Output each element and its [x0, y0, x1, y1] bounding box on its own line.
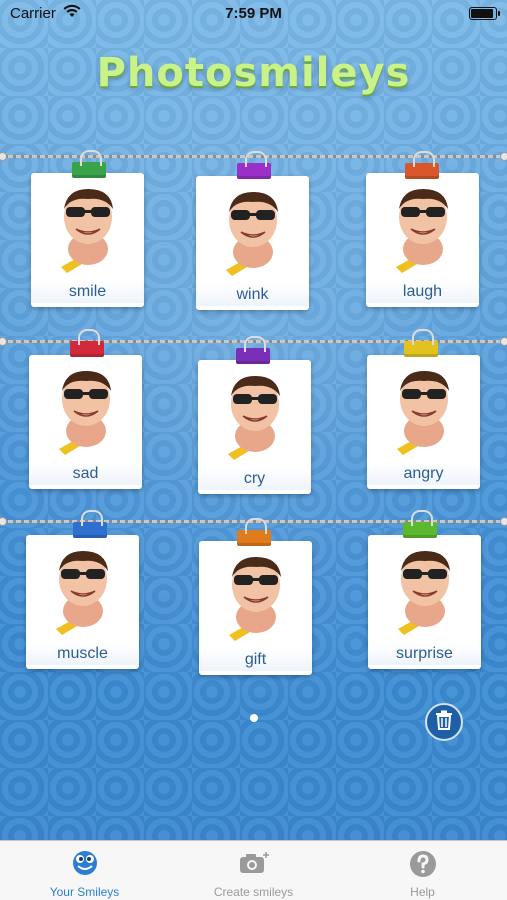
binder-clip — [404, 329, 438, 357]
binder-clip — [73, 510, 107, 538]
binder-clip — [70, 329, 104, 357]
camera-icon — [238, 850, 270, 881]
smiley-icon — [70, 850, 100, 881]
smiley-card-angry[interactable]: angry — [367, 355, 480, 489]
smiley-picture — [389, 365, 459, 457]
tab-help[interactable]: Help — [338, 841, 507, 900]
trash-icon — [435, 710, 453, 735]
smiley-picture — [220, 370, 290, 462]
status-bar: Carrier 7:59 PM — [0, 0, 507, 28]
page-indicator-dot[interactable] — [250, 714, 258, 722]
app-title: Photosmileys — [96, 50, 411, 96]
smiley-picture — [388, 183, 458, 275]
smiley-picture — [48, 545, 118, 637]
smiley-label: sad — [29, 463, 142, 485]
tab-label: Your Smileys — [49, 885, 120, 899]
tab-bar: Your Smileys Create smileys Help — [0, 840, 507, 900]
smiley-picture — [53, 183, 123, 275]
binder-clip — [403, 510, 437, 538]
smiley-picture — [218, 186, 288, 278]
binder-clip — [236, 336, 270, 364]
smiley-card-wink[interactable]: wink — [196, 176, 309, 310]
smiley-card-smile[interactable]: smile — [31, 173, 144, 307]
smiley-picture — [51, 365, 121, 457]
binder-clip — [237, 151, 271, 179]
smiley-label: laugh — [366, 281, 479, 303]
smiley-label: angry — [367, 463, 480, 485]
tab-label: Create smileys — [213, 885, 294, 899]
tab-create-smileys[interactable]: Create smileys — [169, 841, 338, 900]
smiley-card-sad[interactable]: sad — [29, 355, 142, 489]
smiley-card-laugh[interactable]: laugh — [366, 173, 479, 307]
smiley-card-cry[interactable]: cry — [198, 360, 311, 494]
smiley-label: smile — [31, 281, 144, 303]
smiley-picture — [221, 551, 291, 643]
trash-button[interactable] — [425, 703, 463, 741]
smiley-label: wink — [196, 284, 309, 306]
binder-clip — [72, 150, 106, 178]
smiley-card-muscle[interactable]: muscle — [26, 535, 139, 669]
tab-your-smileys[interactable]: Your Smileys — [0, 841, 169, 900]
tab-label: Help — [410, 885, 435, 899]
smiley-card-surprise[interactable]: surprise — [368, 535, 481, 669]
binder-clip — [237, 518, 271, 546]
smiley-card-gift[interactable]: gift — [199, 541, 312, 675]
binder-clip — [405, 151, 439, 179]
help-icon — [409, 850, 437, 883]
smiley-label: muscle — [26, 643, 139, 665]
smiley-label: cry — [198, 468, 311, 490]
battery-icon — [469, 7, 500, 20]
smiley-label: gift — [199, 649, 312, 671]
smiley-label: surprise — [368, 643, 481, 665]
clock: 7:59 PM — [225, 5, 282, 22]
smiley-picture — [390, 545, 460, 637]
